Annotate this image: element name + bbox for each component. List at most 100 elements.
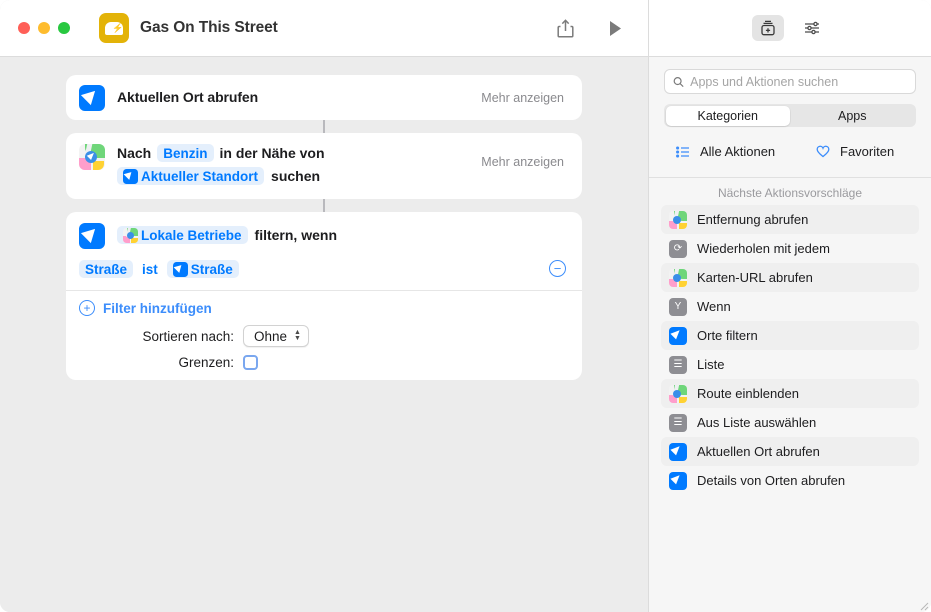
category-favoriten[interactable]: Favoriten	[809, 140, 927, 163]
suggestion-label: Entfernung abrufen	[697, 212, 809, 227]
limit-checkbox[interactable]	[243, 355, 258, 370]
list-item[interactable]: Route einblenden	[661, 379, 919, 408]
sliders-icon[interactable]	[796, 15, 828, 41]
sort-by-value: Ohne	[254, 328, 288, 344]
action-title: Aktuellen Ort abrufen	[117, 89, 259, 105]
minimize-button[interactable]	[38, 22, 50, 34]
close-button[interactable]	[18, 22, 30, 34]
list-item[interactable]: Aktuellen Ort abrufen	[661, 437, 919, 466]
list-item[interactable]: ☰ Liste	[661, 350, 919, 379]
list-icon: ☰	[669, 413, 687, 432]
zoom-button[interactable]	[58, 22, 70, 34]
suggestion-label: Wiederholen mit jedem	[697, 241, 830, 256]
limit-label: Grenzen:	[178, 355, 234, 370]
location-arrow-icon	[123, 168, 138, 184]
show-more-link[interactable]: Mehr anzeigen	[481, 91, 564, 105]
gas-pump-icon: ⚡	[99, 13, 129, 43]
plus-icon: +	[79, 300, 95, 316]
suggestion-label: Details von Orten abrufen	[697, 473, 846, 488]
category-teilen[interactable]: Teilen	[927, 140, 931, 163]
tab-apps[interactable]: Apps	[790, 106, 915, 126]
action-card-filter-locations[interactable]: Lokale Betriebe filtern, wenn Straße ist…	[66, 212, 582, 380]
token-label: Aktueller Standort	[141, 168, 259, 184]
maps-icon	[669, 384, 687, 403]
list-item[interactable]: Orte filtern	[661, 321, 919, 350]
category-label: Favoriten	[840, 144, 895, 159]
suggestion-label: Wenn	[697, 299, 731, 314]
suggestion-label: Orte filtern	[697, 328, 758, 343]
show-more-link[interactable]: Mehr anzeigen	[481, 155, 564, 169]
sort-by-select[interactable]: Ohne ▲ ▼	[243, 325, 309, 347]
location-arrow-icon	[79, 223, 105, 249]
suggestion-label: Liste	[697, 357, 725, 372]
action-card-search-local-businesses[interactable]: Nach Benzin in der Nähe von Aktueller St…	[66, 133, 582, 199]
tab-kategorien[interactable]: Kategorien	[665, 105, 790, 126]
search-icon	[673, 76, 684, 87]
filter-operator-token[interactable]: ist	[140, 260, 160, 278]
maps-icon	[669, 210, 687, 229]
suggestion-label: Route einblenden	[697, 386, 799, 401]
list-item[interactable]: Karten-URL abrufen	[661, 263, 919, 292]
token-local-businesses[interactable]: Lokale Betriebe	[117, 226, 248, 244]
add-filter-button[interactable]: Filter hinzufügen	[103, 301, 212, 316]
maps-icon	[79, 144, 105, 170]
shortcuts-window: ⚡ Gas On This Street Aktuellen Ort abruf…	[0, 0, 931, 612]
filter-field-token[interactable]: Straße	[79, 260, 134, 278]
location-arrow-icon	[669, 471, 687, 490]
location-arrow-icon	[669, 442, 687, 461]
list-item[interactable]: Details von Orten abrufen	[661, 466, 919, 495]
branch-icon: Y	[669, 297, 687, 316]
suggestions-list: Entfernung abrufen ⟳ Wiederholen mit jed…	[649, 205, 931, 612]
token-label: Straße	[190, 261, 233, 277]
maps-icon	[123, 227, 138, 243]
list-icon: ☰	[669, 355, 687, 374]
token-search-term[interactable]: Benzin	[157, 144, 214, 162]
traffic-lights[interactable]	[18, 22, 70, 34]
window-titlebar: ⚡ Gas On This Street	[0, 0, 648, 57]
list-item[interactable]: ☰ Aus Liste auswählen	[661, 408, 919, 437]
search-container	[649, 57, 931, 94]
location-arrow-icon	[79, 85, 105, 111]
action-connector	[323, 199, 325, 212]
sort-by-label: Sortieren nach:	[142, 328, 234, 344]
library-segmented-control[interactable]: Kategorien Apps	[664, 104, 916, 127]
maps-icon	[669, 268, 687, 287]
action-text-suffix: suchen	[271, 168, 321, 184]
suggestion-label: Aus Liste auswählen	[697, 415, 817, 430]
category-grid: Alle Aktionen Favoriten Teilen	[649, 127, 931, 178]
play-icon[interactable]	[598, 13, 632, 43]
library-toolbar	[649, 0, 931, 57]
filter-value-token[interactable]: Straße	[166, 260, 239, 278]
list-item[interactable]: ⟳ Wiederholen mit jedem	[661, 234, 919, 263]
token-current-location[interactable]: Aktueller Standort	[117, 167, 265, 185]
location-arrow-icon	[669, 326, 687, 345]
action-library-icon[interactable]	[752, 15, 784, 41]
page-title: Gas On This Street	[140, 19, 278, 36]
list-bullet-icon	[675, 145, 691, 158]
category-alle-aktionen[interactable]: Alle Aktionen	[669, 140, 787, 163]
action-connector	[323, 120, 325, 133]
action-text-pre: Nach	[117, 145, 152, 161]
token-label: Lokale Betriebe	[141, 227, 242, 243]
repeat-icon: ⟳	[669, 239, 687, 258]
location-arrow-icon	[172, 261, 188, 277]
share-icon[interactable]	[548, 13, 582, 43]
search-input[interactable]	[690, 74, 907, 89]
search-field[interactable]	[664, 69, 916, 94]
chevron-updown-icon: ▲ ▼	[294, 329, 301, 342]
action-text-post: in der Nähe von	[219, 145, 325, 161]
suggestion-label: Aktuellen Ort abrufen	[697, 444, 820, 459]
suggestions-header: Nächste Aktionsvorschläge	[717, 186, 863, 200]
library-pane: Kategorien Apps Alle Aktionen Fav	[648, 0, 931, 612]
editor-pane: ⚡ Gas On This Street Aktuellen Ort abruf…	[0, 0, 648, 612]
remove-filter-button[interactable]: −	[549, 260, 566, 277]
shortcut-canvas: Aktuellen Ort abrufen Mehr anzeigen Nach	[0, 57, 648, 612]
resize-grip[interactable]	[917, 598, 929, 611]
list-item[interactable]: Y Wenn	[661, 292, 919, 321]
action-text-post: filtern, wenn	[254, 227, 337, 243]
heart-icon	[815, 145, 831, 158]
category-label: Alle Aktionen	[700, 144, 776, 159]
list-item[interactable]: Entfernung abrufen	[661, 205, 919, 234]
suggestion-label: Karten-URL abrufen	[697, 270, 813, 285]
action-card-get-current-location[interactable]: Aktuellen Ort abrufen Mehr anzeigen	[66, 75, 582, 120]
